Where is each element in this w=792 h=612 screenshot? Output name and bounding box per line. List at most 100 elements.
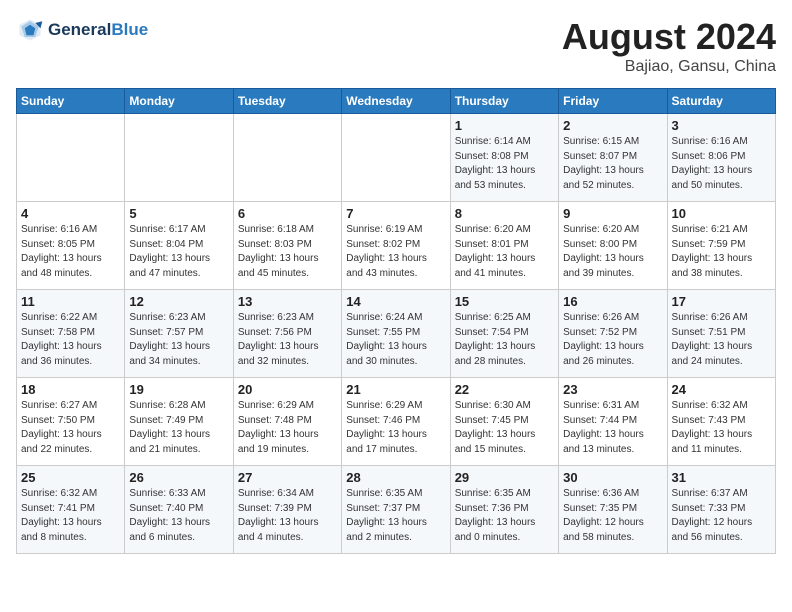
day-number: 6	[238, 206, 337, 221]
day-number: 20	[238, 382, 337, 397]
calendar-cell: 22 Sunrise: 6:30 AMSunset: 7:45 PMDayligh…	[450, 378, 558, 466]
calendar-cell	[17, 114, 125, 202]
day-info: Sunrise: 6:20 AMSunset: 8:01 PMDaylight:…	[455, 223, 554, 281]
week-row-4: 18 Sunrise: 6:27 AMSunset: 7:50 PMDayligh…	[17, 378, 776, 466]
weekday-header-friday: Friday	[559, 89, 667, 114]
weekday-header-saturday: Saturday	[667, 89, 775, 114]
day-number: 25	[21, 470, 120, 485]
day-number: 8	[455, 206, 554, 221]
calendar-cell: 25 Sunrise: 6:32 AMSunset: 7:41 PMDayligh…	[17, 466, 125, 554]
day-info: Sunrise: 6:36 AMSunset: 7:35 PMDaylight:…	[563, 487, 662, 545]
day-info: Sunrise: 6:26 AMSunset: 7:51 PMDaylight:…	[672, 311, 771, 369]
calendar-cell: 19 Sunrise: 6:28 AMSunset: 7:49 PMDayligh…	[125, 378, 233, 466]
day-number: 1	[455, 118, 554, 133]
day-number: 30	[563, 470, 662, 485]
day-info: Sunrise: 6:33 AMSunset: 7:40 PMDaylight:…	[129, 487, 228, 545]
day-number: 23	[563, 382, 662, 397]
calendar-cell: 12Sunrise: 6:23 AMSunset: 7:57 PMDayligh…	[125, 290, 233, 378]
day-number: 19	[129, 382, 228, 397]
calendar-cell: 28Sunrise: 6:35 AMSunset: 7:37 PMDayligh…	[342, 466, 450, 554]
day-info: Sunrise: 6:19 AMSunset: 8:02 PMDaylight:…	[346, 223, 445, 281]
calendar-cell: 30 Sunrise: 6:36 AMSunset: 7:35 PMDayligh…	[559, 466, 667, 554]
day-number: 27	[238, 470, 337, 485]
day-info: Sunrise: 6:35 AMSunset: 7:37 PMDaylight:…	[346, 487, 445, 545]
day-info: Sunrise: 6:26 AMSunset: 7:52 PMDaylight:…	[563, 311, 662, 369]
calendar-cell: 21 Sunrise: 6:29 AMSunset: 7:46 PMDayligh…	[342, 378, 450, 466]
day-info: Sunrise: 6:17 AMSunset: 8:04 PMDaylight:…	[129, 223, 228, 281]
calendar-cell: 11Sunrise: 6:22 AMSunset: 7:58 PMDayligh…	[17, 290, 125, 378]
day-number: 21	[346, 382, 445, 397]
day-info: Sunrise: 6:29 AMSunset: 7:46 PMDaylight:…	[346, 399, 445, 457]
page-header: GeneralBlue August 2024 Bajiao, Gansu, C…	[16, 16, 776, 76]
day-number: 13	[238, 294, 337, 309]
calendar-cell: 18 Sunrise: 6:27 AMSunset: 7:50 PMDayligh…	[17, 378, 125, 466]
weekday-header-row: SundayMondayTuesdayWednesdayThursdayFrid…	[17, 89, 776, 114]
day-info: Sunrise: 6:30 AMSunset: 7:45 PMDaylight:…	[455, 399, 554, 457]
day-number: 24	[672, 382, 771, 397]
day-info: Sunrise: 6:22 AMSunset: 7:58 PMDaylight:…	[21, 311, 120, 369]
calendar-cell: 4 Sunrise: 6:16 AMSunset: 8:05 PMDaylight…	[17, 202, 125, 290]
day-info: Sunrise: 6:20 AMSunset: 8:00 PMDaylight:…	[563, 223, 662, 281]
month-title: August 2024	[562, 16, 776, 58]
title-block: August 2024 Bajiao, Gansu, China	[562, 16, 776, 76]
day-number: 14	[346, 294, 445, 309]
day-info: Sunrise: 6:28 AMSunset: 7:49 PMDaylight:…	[129, 399, 228, 457]
day-number: 18	[21, 382, 120, 397]
weekday-header-sunday: Sunday	[17, 89, 125, 114]
weekday-header-wednesday: Wednesday	[342, 89, 450, 114]
calendar-cell: 26 Sunrise: 6:33 AMSunset: 7:40 PMDayligh…	[125, 466, 233, 554]
calendar-cell	[233, 114, 341, 202]
day-info: Sunrise: 6:37 AMSunset: 7:33 PMDaylight:…	[672, 487, 771, 545]
day-info: Sunrise: 6:29 AMSunset: 7:48 PMDaylight:…	[238, 399, 337, 457]
day-info: Sunrise: 6:15 AMSunset: 8:07 PMDaylight:…	[563, 135, 662, 193]
day-number: 15	[455, 294, 554, 309]
calendar-cell	[125, 114, 233, 202]
calendar-cell: 17 Sunrise: 6:26 AMSunset: 7:51 PMDayligh…	[667, 290, 775, 378]
weekday-header-tuesday: Tuesday	[233, 89, 341, 114]
day-info: Sunrise: 6:34 AMSunset: 7:39 PMDaylight:…	[238, 487, 337, 545]
day-info: Sunrise: 6:14 AMSunset: 8:08 PMDaylight:…	[455, 135, 554, 193]
day-number: 7	[346, 206, 445, 221]
day-info: Sunrise: 6:27 AMSunset: 7:50 PMDaylight:…	[21, 399, 120, 457]
calendar-cell: 24 Sunrise: 6:32 AMSunset: 7:43 PMDayligh…	[667, 378, 775, 466]
day-info: Sunrise: 6:32 AMSunset: 7:43 PMDaylight:…	[672, 399, 771, 457]
calendar-cell: 8 Sunrise: 6:20 AMSunset: 8:01 PMDaylight…	[450, 202, 558, 290]
day-info: Sunrise: 6:35 AMSunset: 7:36 PMDaylight:…	[455, 487, 554, 545]
calendar-cell: 20 Sunrise: 6:29 AMSunset: 7:48 PMDayligh…	[233, 378, 341, 466]
location: Bajiao, Gansu, China	[562, 58, 776, 76]
day-info: Sunrise: 6:16 AMSunset: 8:05 PMDaylight:…	[21, 223, 120, 281]
logo: GeneralBlue	[16, 16, 148, 44]
calendar-cell: 23Sunrise: 6:31 AMSunset: 7:44 PMDayligh…	[559, 378, 667, 466]
calendar-cell: 9Sunrise: 6:20 AMSunset: 8:00 PMDaylight…	[559, 202, 667, 290]
week-row-5: 25 Sunrise: 6:32 AMSunset: 7:41 PMDayligh…	[17, 466, 776, 554]
day-info: Sunrise: 6:32 AMSunset: 7:41 PMDaylight:…	[21, 487, 120, 545]
calendar-cell: 16 Sunrise: 6:26 AMSunset: 7:52 PMDayligh…	[559, 290, 667, 378]
calendar-cell: 5 Sunrise: 6:17 AMSunset: 8:04 PMDaylight…	[125, 202, 233, 290]
week-row-3: 11Sunrise: 6:22 AMSunset: 7:58 PMDayligh…	[17, 290, 776, 378]
calendar-cell: 31 Sunrise: 6:37 AMSunset: 7:33 PMDayligh…	[667, 466, 775, 554]
week-row-1: 1 Sunrise: 6:14 AMSunset: 8:08 PMDaylight…	[17, 114, 776, 202]
day-number: 4	[21, 206, 120, 221]
calendar-cell: 1 Sunrise: 6:14 AMSunset: 8:08 PMDaylight…	[450, 114, 558, 202]
day-info: Sunrise: 6:16 AMSunset: 8:06 PMDaylight:…	[672, 135, 771, 193]
day-number: 17	[672, 294, 771, 309]
calendar-cell: 10 Sunrise: 6:21 AMSunset: 7:59 PMDayligh…	[667, 202, 775, 290]
day-number: 22	[455, 382, 554, 397]
day-number: 31	[672, 470, 771, 485]
day-number: 5	[129, 206, 228, 221]
calendar-cell: 3Sunrise: 6:16 AMSunset: 8:06 PMDaylight…	[667, 114, 775, 202]
day-number: 2	[563, 118, 662, 133]
weekday-header-monday: Monday	[125, 89, 233, 114]
day-number: 26	[129, 470, 228, 485]
calendar-cell: 7 Sunrise: 6:19 AMSunset: 8:02 PMDaylight…	[342, 202, 450, 290]
calendar-cell: 15Sunrise: 6:25 AMSunset: 7:54 PMDayligh…	[450, 290, 558, 378]
day-number: 16	[563, 294, 662, 309]
day-info: Sunrise: 6:21 AMSunset: 7:59 PMDaylight:…	[672, 223, 771, 281]
day-number: 10	[672, 206, 771, 221]
calendar-cell: 6Sunrise: 6:18 AMSunset: 8:03 PMDaylight…	[233, 202, 341, 290]
calendar-cell: 14Sunrise: 6:24 AMSunset: 7:55 PMDayligh…	[342, 290, 450, 378]
logo-text: GeneralBlue	[48, 20, 148, 40]
calendar-table: SundayMondayTuesdayWednesdayThursdayFrid…	[16, 88, 776, 554]
weekday-header-thursday: Thursday	[450, 89, 558, 114]
logo-icon	[16, 16, 44, 44]
